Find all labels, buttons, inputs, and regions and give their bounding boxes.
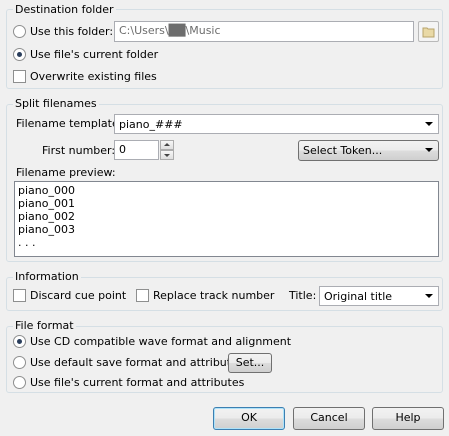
preview-line: piano_003 xyxy=(18,223,75,236)
folder-path-text: C:\Users\██\Music xyxy=(119,24,221,37)
title-label: Title: xyxy=(289,289,317,302)
file-format-legend: File format xyxy=(13,319,76,332)
preview-line: . . . xyxy=(18,236,36,249)
title-combo[interactable]: Original title xyxy=(319,286,439,306)
chevron-down-icon xyxy=(425,294,433,298)
ok-button[interactable]: OK xyxy=(213,407,285,430)
first-number-value: 0 xyxy=(119,143,126,156)
discard-cue-checkbox[interactable] xyxy=(13,289,26,302)
current-format-radio[interactable] xyxy=(13,376,26,389)
help-button[interactable]: Help xyxy=(372,407,444,430)
filename-template-value: piano_### xyxy=(119,118,183,131)
current-format-label[interactable]: Use file's current format and attributes xyxy=(30,376,244,389)
cd-format-label[interactable]: Use CD compatible wave format and alignm… xyxy=(30,335,291,348)
chevron-down-icon xyxy=(425,148,433,152)
first-number-spinner[interactable] xyxy=(160,140,174,160)
default-format-radio[interactable] xyxy=(13,356,26,369)
overwrite-label[interactable]: Overwrite existing files xyxy=(30,70,157,83)
browse-folder-button[interactable] xyxy=(418,21,439,42)
first-number-field[interactable]: 0 xyxy=(114,140,159,160)
chevron-down-icon xyxy=(425,122,433,126)
cd-format-radio[interactable] xyxy=(13,335,26,348)
select-token-dropdown[interactable]: Select Token... xyxy=(298,140,439,161)
folder-path-field[interactable]: C:\Users\██\Music xyxy=(114,21,414,42)
title-value: Original title xyxy=(324,290,393,303)
destination-folder-legend: Destination folder xyxy=(13,3,116,16)
replace-track-checkbox[interactable] xyxy=(136,289,149,302)
use-current-folder-label[interactable]: Use file's current folder xyxy=(30,48,158,61)
first-number-label: First number: xyxy=(42,144,116,157)
discard-cue-label[interactable]: Discard cue point xyxy=(30,289,126,302)
folder-icon xyxy=(422,27,435,38)
spin-down-icon[interactable] xyxy=(160,150,174,160)
filename-preview-box[interactable]: piano_000 piano_001 piano_002 piano_003 … xyxy=(14,181,439,257)
filename-template-label: Filename template: xyxy=(16,117,123,130)
set-format-button[interactable]: Set... xyxy=(228,353,272,373)
use-current-folder-radio[interactable] xyxy=(13,48,26,61)
overwrite-checkbox[interactable] xyxy=(13,70,26,83)
spin-up-icon[interactable] xyxy=(160,140,174,150)
filename-template-combo[interactable]: piano_### xyxy=(114,114,439,134)
preview-line: piano_002 xyxy=(18,210,75,223)
select-token-label: Select Token... xyxy=(303,144,383,157)
use-this-folder-label[interactable]: Use this folder: xyxy=(30,25,113,38)
filename-preview-label: Filename preview: xyxy=(16,166,116,179)
default-format-label[interactable]: Use default save format and attributes xyxy=(30,356,244,369)
split-filenames-legend: Split filenames xyxy=(13,97,99,110)
cancel-button[interactable]: Cancel xyxy=(293,407,365,430)
use-this-folder-radio[interactable] xyxy=(13,25,26,38)
replace-track-label[interactable]: Replace track number xyxy=(153,289,274,302)
preview-line: piano_000 xyxy=(18,184,75,197)
preview-line: piano_001 xyxy=(18,197,75,210)
information-legend: Information xyxy=(13,270,81,283)
